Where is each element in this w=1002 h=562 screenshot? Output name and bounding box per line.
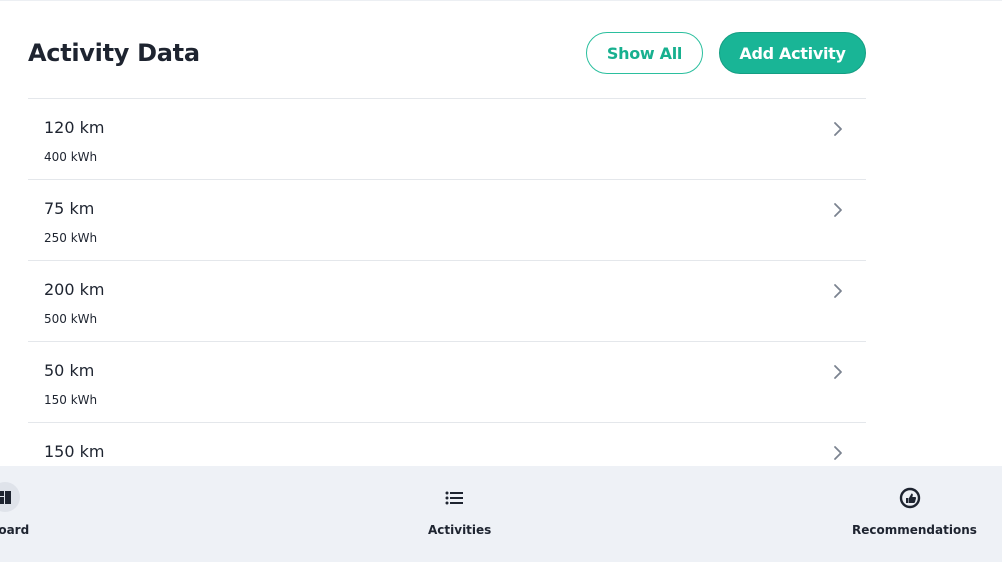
activity-distance: 120 km [44,118,105,137]
chevron-right-icon [834,446,842,460]
chevron-right-icon [834,122,842,136]
list-icon [445,491,463,505]
activity-list: 120 km 400 kWh 75 km 250 kWh 200 km 500 … [28,98,866,504]
activity-energy: 400 kWh [44,150,98,164]
activity-distance: 150 km [44,442,105,461]
tab-activities[interactable]: Activities [395,466,515,562]
chevron-right-icon [834,203,842,217]
tab-label: Recommendations [852,523,977,537]
activity-distance: 200 km [44,280,105,299]
header-actions: Show All Add Activity [586,32,866,74]
show-all-button[interactable]: Show All [586,32,703,74]
thumbs-up-icon [899,487,921,509]
bottom-tab-bar: Dashboard Activities Recommendations [0,466,1002,562]
tab-label: Activities [428,523,492,537]
page-title: Activity Data [28,39,200,67]
chevron-right-icon [834,365,842,379]
app-page: Activity Data Show All Add Activity 120 … [0,0,1002,562]
add-activity-button[interactable]: Add Activity [719,32,866,74]
activity-energy: 150 kWh [44,393,98,407]
list-item[interactable]: 75 km 250 kWh [28,180,866,261]
activity-energy: 500 kWh [44,312,98,326]
list-item[interactable]: 200 km 500 kWh [28,261,866,342]
activity-distance: 75 km [44,199,95,218]
page-header: Activity Data Show All Add Activity [28,32,866,74]
dashboard-icon [0,482,20,512]
tab-dashboard[interactable]: Dashboard [0,466,60,562]
list-item[interactable]: 120 km 400 kWh [28,99,866,180]
activity-energy: 250 kWh [44,231,98,245]
tab-recommendations[interactable]: Recommendations [840,466,980,562]
activity-distance: 50 km [44,361,95,380]
chevron-right-icon [834,284,842,298]
top-divider [0,0,1002,1]
tab-label: Dashboard [0,523,30,537]
list-item[interactable]: 50 km 150 kWh [28,342,866,423]
